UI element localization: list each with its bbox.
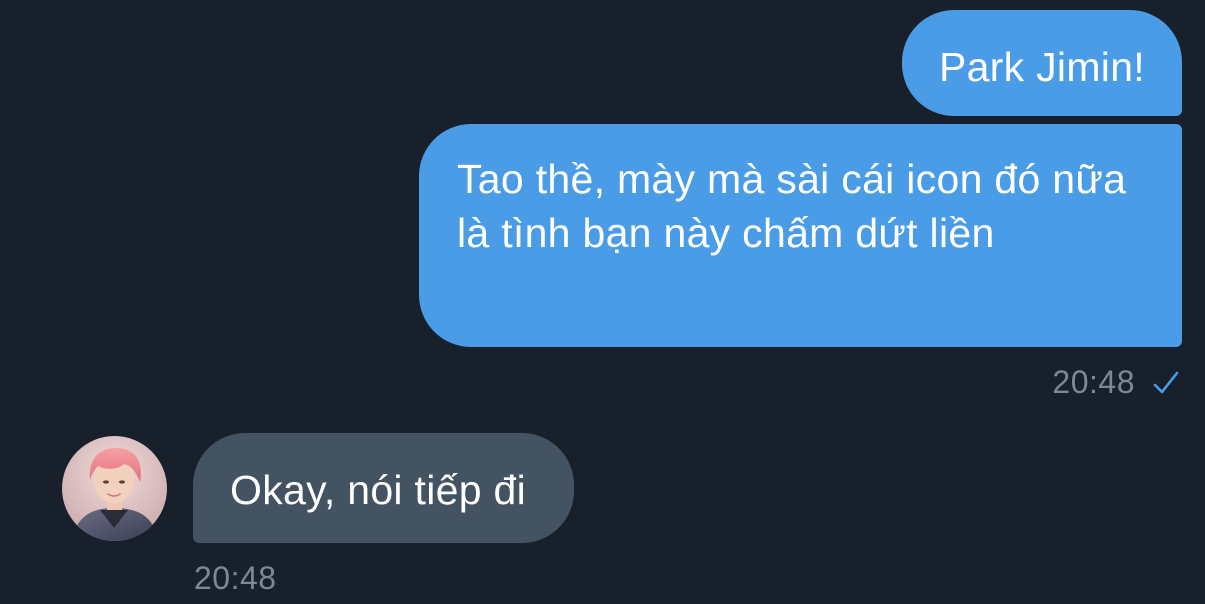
contact-avatar[interactable] [62, 436, 167, 541]
message-timestamp: 20:48 [194, 560, 277, 596]
outgoing-message-bubble[interactable]: Tao thề, mày mà sài cái icon đó nữa là t… [419, 124, 1182, 347]
avatar-photo [62, 436, 167, 541]
message-timestamp: 20:48 [1052, 364, 1135, 400]
message-text: Okay, nói tiếp đi [230, 467, 527, 513]
incoming-message-bubble[interactable]: Okay, nói tiếp đi [193, 433, 575, 543]
message-text: Tao thề, mày mà sài cái icon đó nữa là t… [457, 156, 1127, 256]
single-check-icon [1153, 371, 1179, 394]
outgoing-message-bubble[interactable]: Park Jimin! [901, 10, 1182, 116]
message-text: Park Jimin! [938, 44, 1145, 90]
